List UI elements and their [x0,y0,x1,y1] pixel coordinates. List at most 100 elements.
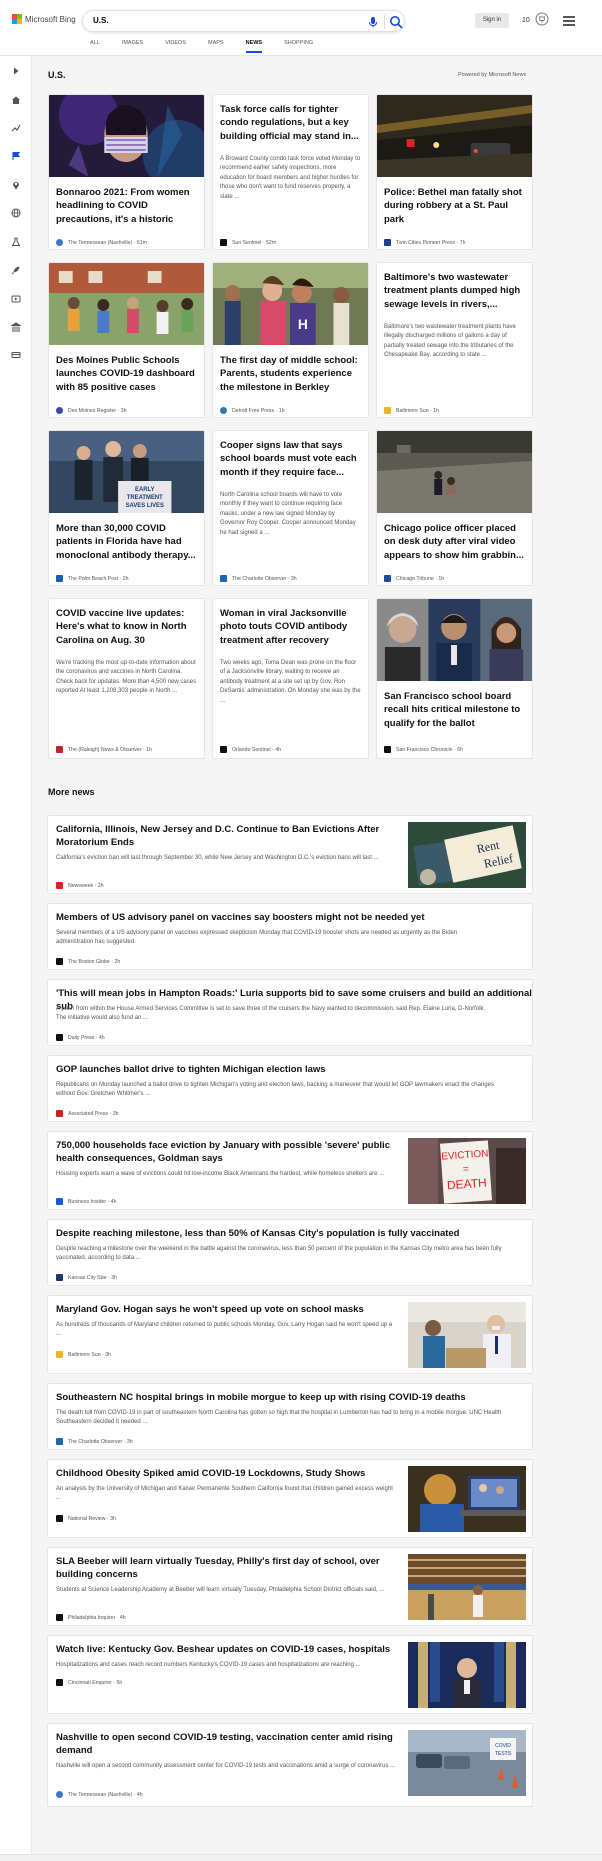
news-card[interactable]: Woman in viral Jacksonville photo touts … [212,598,369,759]
news-card[interactable]: San Francisco school board recall hits c… [376,598,533,759]
list-item-title[interactable]: California, Illinois, New Jersey and D.C… [56,823,401,849]
list-item-description: Despite reaching a milestone over the we… [56,1246,502,1261]
source-time: 2h [122,575,129,582]
list-item-title[interactable]: Southeastern NC hospital brings in mobil… [56,1391,526,1404]
source-name: Newsweek [68,882,94,889]
rocket-icon[interactable] [11,265,21,275]
card-title[interactable]: The first day of middle school: Parents,… [220,354,361,394]
card-image-concert [49,95,204,177]
card-description: Two weeks ago, Toma Dean was prone on th… [220,660,361,704]
science-icon[interactable] [11,237,21,247]
source-logo-icon [384,746,391,753]
source-logo-icon [56,1110,63,1117]
list-item-title[interactable]: 750,000 households face eviction by Janu… [56,1139,401,1165]
list-item-title[interactable]: Nashville to open second COVID-19 testin… [56,1731,401,1757]
list-image-rent-relief: Rent Relief [408,822,526,888]
source-name: San Francisco Chronicle [396,746,453,753]
source-time: 3h [105,1351,111,1358]
news-card[interactable]: Chicago police officer placed on desk du… [376,430,533,586]
news-card[interactable]: Task force calls for tighter condo regul… [212,94,369,250]
news-list-item[interactable]: GOP launches ballot drive to tighten Mic… [47,1055,533,1122]
news-card[interactable]: EARLY TREATMENT SAVES LIVES More than 30… [48,430,205,586]
news-card[interactable]: H The first day of middle school: Parent… [212,262,369,418]
brand-name: Microsoft Bing [25,14,76,24]
scope-videos[interactable]: VIDEOS [165,40,186,46]
card-title[interactable]: More than 30,000 COVID patients in Flori… [56,522,197,562]
news-list-item[interactable]: SLA Beeber will learn virtually Tuesday,… [47,1547,533,1626]
card-title[interactable]: Baltimore's two wastewater treatment pla… [384,271,525,311]
card-title[interactable]: Task force calls for tighter condo regul… [220,103,361,143]
news-list-item[interactable]: Southeastern NC hospital brings in mobil… [47,1383,533,1450]
news-card[interactable]: Cooper signs law that says school boards… [212,430,369,586]
news-card[interactable]: COVID vaccine live updates: Here's what … [48,598,205,759]
news-list-item[interactable]: Watch live: Kentucky Gov. Beshear update… [47,1635,533,1714]
news-list-item[interactable]: 'This will mean jobs in Hampton Roads:' … [47,979,533,1046]
card-title[interactable]: Bonnaroo 2021: From women headlining to … [56,186,197,226]
source-name: Associated Press [68,1110,109,1117]
scope-news[interactable]: NEWS [245,40,262,53]
scope-shopping[interactable]: SHOPPING [284,40,313,46]
news-list-item[interactable]: California, Illinois, New Jersey and D.C… [47,815,533,894]
news-card[interactable]: Bonnaroo 2021: From women headlining to … [48,94,205,250]
video-icon[interactable] [11,294,21,304]
microsoft-logo-icon [12,14,22,24]
footer-bar [0,1854,602,1861]
news-list-item[interactable]: Nashville to open second COVID-19 testin… [47,1723,533,1807]
rewards-icon[interactable] [535,12,549,26]
news-card[interactable]: Police: Bethel man fatally shot during r… [376,94,533,250]
scope-images[interactable]: IMAGES [122,40,143,46]
list-item-title[interactable]: Watch live: Kentucky Gov. Beshear update… [56,1643,401,1656]
globe-icon[interactable] [11,208,21,218]
bing-logo[interactable]: Microsoft Bing [12,14,76,24]
location-pin-icon[interactable] [11,180,21,190]
card-title[interactable]: Chicago police officer placed on desk du… [384,522,525,562]
source-logo-icon [56,1679,63,1686]
list-item-title[interactable]: Childhood Obesity Spiked amid COVID-19 L… [56,1467,401,1480]
news-card[interactable]: Baltimore's two wastewater treatment pla… [376,262,533,418]
list-item-source: The Charlotte Observer · 3h [56,1438,133,1445]
search-input[interactable] [93,16,343,25]
government-icon[interactable] [11,322,21,332]
source-time: 4h [110,1198,117,1205]
card-title[interactable]: San Francisco school board recall hits c… [384,690,525,730]
source-time: 6h [457,746,463,753]
home-icon[interactable] [11,95,21,105]
card-source: The Palm Beach Post · 2h [56,575,197,582]
powered-by-label[interactable]: Powered by Microsoft News [458,72,526,78]
trending-icon[interactable] [11,123,21,133]
card-title[interactable]: Woman in viral Jacksonville photo touts … [220,607,361,647]
card-title[interactable]: Des Moines Public Schools launches COVID… [56,354,197,394]
news-list-item[interactable]: Childhood Obesity Spiked amid COVID-19 L… [47,1459,533,1538]
source-logo-icon [220,746,227,753]
card-title[interactable]: Cooper signs law that says school boards… [220,439,361,479]
flag-icon[interactable] [11,151,21,161]
source-time: 4h [136,1791,143,1798]
list-item-source: Kansas City Star · 3h [56,1274,117,1281]
card-title[interactable]: Police: Bethel man fatally shot during r… [384,186,525,226]
source-logo-icon [56,1614,63,1621]
source-name: Sun Sentinel [232,239,262,246]
list-item-title[interactable]: Despite reaching milestone, less than 50… [56,1227,526,1240]
news-list-item[interactable]: Maryland Gov. Hogan says he won't speed … [47,1295,533,1374]
card-title[interactable]: COVID vaccine live updates: Here's what … [56,607,197,647]
hamburger-menu-icon[interactable] [563,16,575,26]
scope-maps[interactable]: MAPS [208,40,224,46]
card-source: Sun Sentinel · 52m [220,239,361,246]
news-list-item[interactable]: Members of US advisory panel on vaccines… [47,903,533,970]
list-item-title[interactable]: GOP launches ballot drive to tighten Mic… [56,1063,526,1076]
list-image-child-laptop [408,1466,526,1532]
sign-in-button[interactable]: Sign in [475,13,509,28]
list-item-title[interactable]: Members of US advisory panel on vaccines… [56,911,526,924]
news-list-item[interactable]: Despite reaching milestone, less than 50… [47,1219,533,1286]
money-icon[interactable] [11,350,21,360]
news-card[interactable]: Des Moines Public Schools launches COVID… [48,262,205,418]
list-item-source: Philadelphia Inquirer · 4h [56,1614,126,1621]
list-item-source: The Boston Globe · 2h [56,958,120,965]
expand-chevron-icon[interactable] [11,66,21,76]
news-list-item[interactable]: 750,000 households face eviction by Janu… [47,1131,533,1210]
list-item-title[interactable]: SLA Beeber will learn virtually Tuesday,… [56,1555,401,1581]
microphone-icon[interactable] [366,15,380,29]
scope-all[interactable]: ALL [90,40,100,46]
search-icon[interactable] [388,14,404,30]
list-item-title[interactable]: Maryland Gov. Hogan says he won't speed … [56,1303,401,1316]
